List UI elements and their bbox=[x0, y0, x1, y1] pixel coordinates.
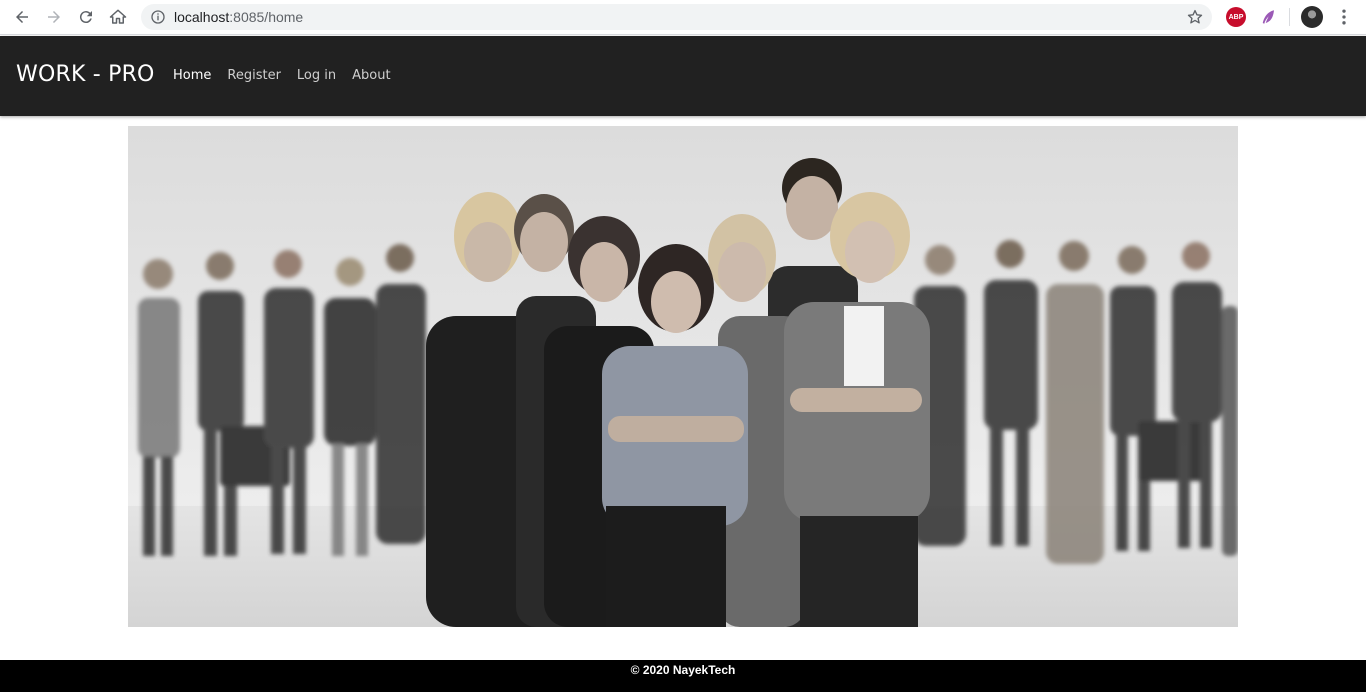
feather-icon bbox=[1262, 10, 1274, 24]
nav-links: Home Register Log in About bbox=[173, 68, 391, 83]
adblock-extension-icon[interactable]: ABP bbox=[1226, 7, 1246, 27]
brand-logo-text[interactable]: WORK - PRO bbox=[16, 62, 155, 87]
home-button[interactable] bbox=[105, 4, 131, 30]
nav-link-about[interactable]: About bbox=[352, 68, 390, 83]
nav-link-home[interactable]: Home bbox=[173, 68, 211, 83]
site-footer: © 2020 NayekTech bbox=[0, 660, 1366, 692]
toolbar-divider bbox=[1289, 8, 1290, 26]
forward-button[interactable] bbox=[41, 4, 67, 30]
site-navbar: WORK - PRO Home Register Log in About bbox=[0, 36, 1366, 116]
profile-avatar[interactable] bbox=[1301, 6, 1323, 28]
adblock-badge: ABP bbox=[1228, 13, 1244, 21]
feather-extension-icon[interactable] bbox=[1258, 7, 1278, 27]
back-button[interactable] bbox=[9, 4, 35, 30]
footer-copyright: © 2020 NayekTech bbox=[630, 663, 736, 677]
url-text: localhost:8085/home bbox=[174, 9, 303, 25]
back-arrow-icon bbox=[16, 11, 28, 23]
nav-link-register[interactable]: Register bbox=[227, 68, 281, 83]
home-icon bbox=[109, 9, 127, 24]
reload-button[interactable] bbox=[73, 4, 99, 30]
address-bar[interactable]: localhost:8085/home bbox=[141, 4, 1212, 30]
team-photo-illustration bbox=[128, 158, 1238, 627]
nav-link-login[interactable]: Log in bbox=[297, 68, 336, 83]
url-path: :8085/home bbox=[229, 9, 304, 25]
browser-toolbar: localhost:8085/home ABP bbox=[0, 0, 1366, 35]
more-menu-icon[interactable] bbox=[1334, 7, 1354, 27]
bookmark-star-icon[interactable] bbox=[1186, 8, 1204, 26]
url-host: localhost bbox=[174, 9, 230, 25]
reload-icon bbox=[79, 11, 92, 24]
forward-arrow-icon bbox=[48, 11, 60, 23]
site-info-icon[interactable] bbox=[150, 9, 166, 25]
hero-team-photo bbox=[128, 126, 1238, 627]
